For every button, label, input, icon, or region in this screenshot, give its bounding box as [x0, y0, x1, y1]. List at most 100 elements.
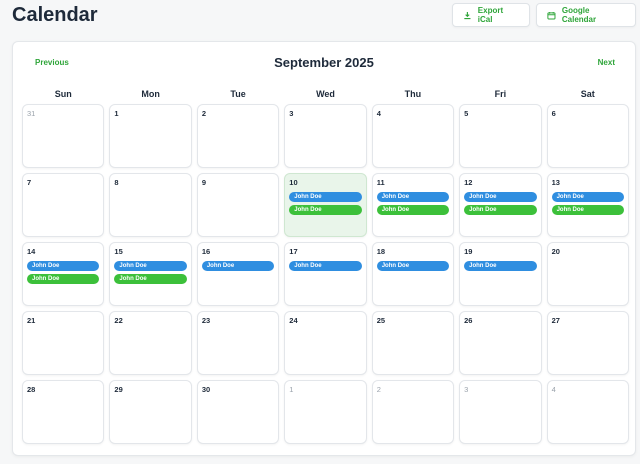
day-cell[interactable]: 24	[284, 311, 367, 375]
day-number: 1	[289, 385, 294, 394]
day-number: 21	[27, 316, 36, 325]
download-icon	[464, 11, 471, 19]
day-cell[interactable]: 2	[371, 380, 455, 444]
day-number: 9	[201, 178, 207, 187]
weekday-label: Mon	[141, 89, 160, 99]
event-pill[interactable]: John Doe	[114, 274, 187, 284]
day-cell[interactable]: 2	[196, 104, 280, 168]
day-cell[interactable]: 13 John Doe John Doe	[546, 173, 629, 237]
day-cell[interactable]: 9	[196, 173, 280, 237]
day-cell[interactable]: 4	[546, 380, 629, 444]
google-calendar-button[interactable]: Google Calendar	[536, 3, 636, 27]
page-title: Calendar	[12, 4, 98, 26]
day-cell[interactable]: 7	[22, 173, 105, 237]
day-cell[interactable]: 11 John Doe John Doe	[371, 173, 455, 237]
day-cell[interactable]: 22	[109, 311, 192, 375]
day-number: 7	[27, 178, 32, 187]
day-number: 1	[114, 109, 119, 118]
day-number: 15	[114, 247, 123, 256]
weekday-label: Fri	[494, 89, 507, 99]
day-cell[interactable]: 3	[284, 104, 367, 168]
day-number: 6	[551, 109, 556, 118]
day-cell[interactable]: 21	[22, 311, 105, 375]
day-number: 18	[376, 247, 386, 256]
day-number: 23	[201, 316, 211, 325]
day-number: 12	[464, 178, 473, 187]
event-pill[interactable]: John Doe	[27, 274, 100, 284]
day-cell[interactable]: 6	[546, 104, 629, 168]
event-pill[interactable]: John Doe	[464, 205, 537, 215]
day-number: 30	[201, 385, 211, 394]
day-number: 2	[201, 109, 207, 118]
day-cell[interactable]: 4	[371, 104, 455, 168]
day-cell[interactable]: 23	[196, 311, 280, 375]
day-number: 2	[376, 385, 381, 394]
event-pill[interactable]: John Doe	[289, 205, 362, 215]
day-cell[interactable]: 28	[22, 380, 105, 444]
day-number: 22	[114, 316, 123, 325]
day-number: 17	[289, 247, 298, 256]
calendar-icon	[547, 11, 556, 20]
day-number: 25	[376, 316, 386, 325]
event-pill[interactable]: John Doe	[464, 192, 537, 202]
event-pill[interactable]: John Doe	[114, 261, 187, 271]
next-month-button[interactable]: Next	[598, 58, 615, 67]
day-cell[interactable]: 3	[459, 380, 542, 444]
day-cell[interactable]: 1	[284, 380, 367, 444]
weekday-label: Tue	[230, 89, 246, 99]
weekday-label: Wed	[316, 89, 335, 99]
event-pill[interactable]: John Doe	[27, 261, 100, 271]
day-cell[interactable]: 31	[22, 104, 105, 168]
event-pill[interactable]: John Doe	[201, 261, 275, 271]
google-calendar-label: Google Calendar	[561, 6, 597, 24]
event-pill[interactable]: John Doe	[376, 192, 450, 202]
day-number: 4	[551, 385, 556, 394]
day-number: 16	[201, 247, 211, 256]
day-number: 29	[114, 385, 123, 394]
day-cell[interactable]: 25	[371, 311, 455, 375]
day-cell[interactable]: 18 John Doe	[371, 242, 455, 306]
calendar-card: Previous September 2025 Next Sun Mon Tue We…	[12, 41, 636, 456]
event-pill[interactable]: John Doe	[289, 192, 362, 202]
event-pill[interactable]: John Doe	[551, 192, 624, 202]
day-cell[interactable]: 15 John Doe John Doe	[109, 242, 192, 306]
weekday-label: Thu	[404, 89, 422, 99]
calendar-grid: 31 1 2 3 4 5 6 7 8 9 10 John Doe John Doe 11 John Doe J…	[22, 104, 629, 444]
day-number: 5	[464, 109, 469, 118]
day-cell-today[interactable]: 10 John Doe John Doe	[284, 173, 367, 237]
day-cell[interactable]: 14 John Doe John Doe	[22, 242, 105, 306]
export-ical-label: Export iCal	[477, 6, 504, 24]
event-pill[interactable]: John Doe	[464, 261, 537, 271]
export-ical-button[interactable]: Export iCal	[452, 3, 530, 27]
day-number: 11	[376, 178, 385, 187]
day-cell[interactable]: 27	[546, 311, 629, 375]
day-cell[interactable]: 16 John Doe	[196, 242, 280, 306]
day-number: 19	[464, 247, 473, 256]
month-title: September 2025	[274, 55, 374, 70]
day-number: 28	[27, 385, 36, 394]
day-cell[interactable]: 30	[196, 380, 280, 444]
day-number: 24	[289, 316, 298, 325]
day-number: 3	[464, 385, 469, 394]
event-pill[interactable]: John Doe	[376, 261, 450, 271]
weekday-label: Sun	[54, 89, 72, 99]
day-cell[interactable]: 26	[459, 311, 542, 375]
day-number: 31	[27, 109, 36, 118]
weekday-label: Sat	[580, 89, 595, 99]
day-number: 13	[551, 178, 560, 187]
day-cell[interactable]: 12 John Doe John Doe	[459, 173, 542, 237]
day-cell[interactable]: 20	[546, 242, 629, 306]
day-cell[interactable]: 17 John Doe	[284, 242, 367, 306]
day-cell[interactable]: 5	[459, 104, 542, 168]
day-number: 8	[114, 178, 119, 187]
day-cell[interactable]: 8	[109, 173, 192, 237]
event-pill[interactable]: John Doe	[376, 205, 450, 215]
event-pill[interactable]: John Doe	[551, 205, 624, 215]
weekday-header: Sun Mon Tue Wed Thu Fri Sat	[22, 89, 629, 99]
day-number: 27	[551, 316, 560, 325]
day-cell[interactable]: 1	[109, 104, 192, 168]
event-pill[interactable]: John Doe	[289, 261, 362, 271]
day-cell[interactable]: 19 John Doe	[459, 242, 542, 306]
day-cell[interactable]: 29	[109, 380, 192, 444]
day-number: 4	[376, 109, 381, 118]
